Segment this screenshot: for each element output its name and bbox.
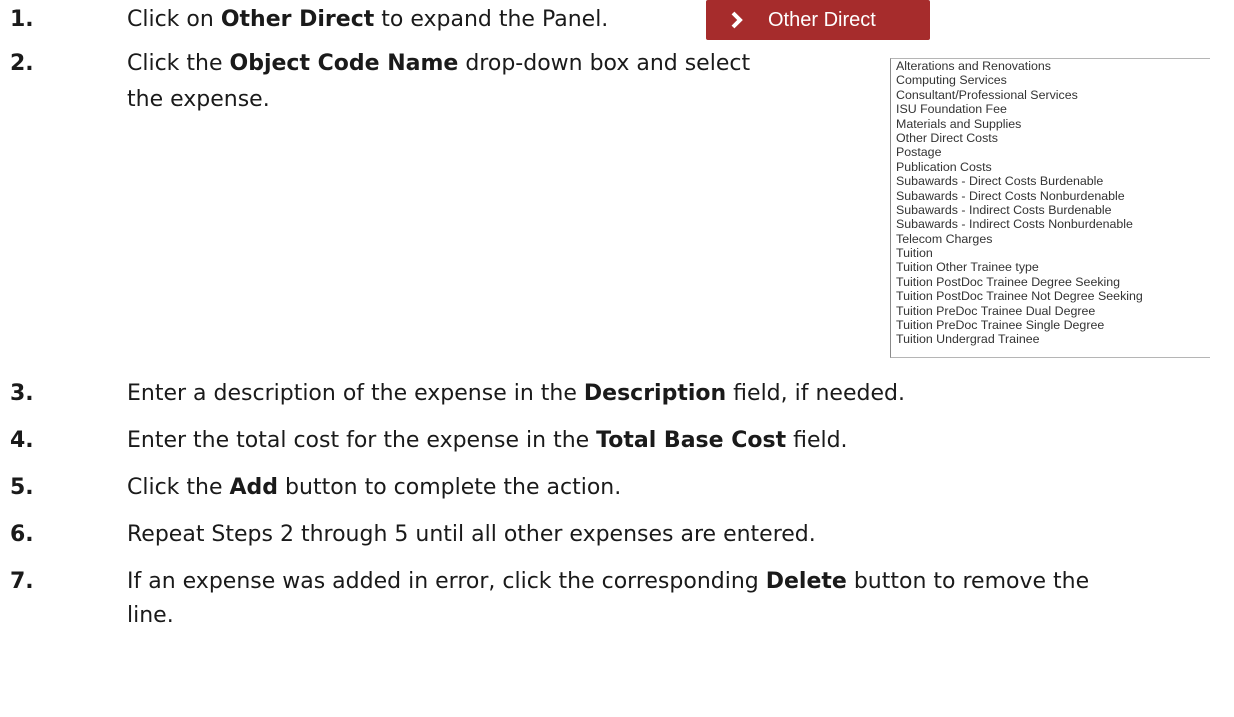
listbox-option[interactable]: Tuition PreDoc Trainee Dual Degree <box>896 304 1210 318</box>
listbox-option[interactable]: Subawards - Direct Costs Burdenable <box>896 174 1210 188</box>
step-text-part: button to complete the action. <box>278 475 622 500</box>
listbox-option[interactable]: Tuition PreDoc Trainee Single Degree <box>896 318 1210 332</box>
step-text: Repeat Steps 2 through 5 until all other… <box>127 517 816 553</box>
step-text-part: Enter a description of the expense in th… <box>127 381 584 406</box>
step-number: 1. <box>10 7 34 32</box>
step-number: 6. <box>10 522 34 547</box>
step-text-part: button to remove the <box>846 569 1090 594</box>
step-text-part: Repeat Steps 2 through 5 until all other… <box>127 522 816 547</box>
other-direct-panel-button[interactable]: Other Direct <box>706 0 930 40</box>
listbox-option[interactable]: Subawards - Indirect Costs Burdenable <box>896 203 1210 217</box>
listbox-option[interactable]: Tuition PostDoc Trainee Degree Seeking <box>896 275 1210 289</box>
listbox-option[interactable]: ISU Foundation Fee <box>896 102 1210 116</box>
step-text: Click on Other Direct to expand the Pane… <box>127 2 608 38</box>
listbox-option[interactable]: Consultant/Professional Services <box>896 88 1210 102</box>
listbox-option[interactable]: Publication Costs <box>896 160 1210 174</box>
step-text-part: Click on <box>127 7 221 32</box>
step-text-bold: Total Base Cost <box>596 428 787 453</box>
listbox-option[interactable]: Alterations and Renovations <box>896 59 1210 73</box>
step-number: 2. <box>10 51 34 76</box>
panel-button-label: Other Direct <box>768 8 876 31</box>
listbox-option[interactable]: Tuition Other Trainee type <box>896 260 1210 274</box>
listbox-option[interactable]: Tuition <box>896 246 1210 260</box>
step-text-part: to expand the Panel. <box>374 7 609 32</box>
step-text: If an expense was added in error, click … <box>127 564 1089 600</box>
step-text: Enter the total cost for the expense in … <box>127 423 848 459</box>
step-text: Click the Object Code Name drop-down box… <box>127 46 750 82</box>
step-number: 5. <box>10 475 34 500</box>
step-text-part: Click the <box>127 51 230 76</box>
step-text-part: field, if needed. <box>726 381 905 406</box>
listbox-option[interactable]: Computing Services <box>896 73 1210 87</box>
step-text-bold: Add <box>229 475 279 500</box>
step-text-part: line. <box>127 603 174 628</box>
listbox-option[interactable]: Tuition PostDoc Trainee Not Degree Seeki… <box>896 289 1210 303</box>
step-number: 4. <box>10 428 34 453</box>
step-text-part: Enter the total cost for the expense in … <box>127 428 597 453</box>
listbox-option[interactable]: Tuition Undergrad Trainee <box>896 332 1210 346</box>
step-text-bold: Delete <box>765 569 847 594</box>
step-text-part: If an expense was added in error, click … <box>127 569 766 594</box>
step-text-bold: Description <box>583 381 727 406</box>
listbox-option[interactable]: Subawards - Direct Costs Nonburdenable <box>896 189 1210 203</box>
listbox-option[interactable]: Other Direct Costs <box>896 131 1210 145</box>
listbox-option[interactable]: Materials and Supplies <box>896 117 1210 131</box>
step-text: Click the Add button to complete the act… <box>127 470 621 506</box>
listbox-option[interactable]: Telecom Charges <box>896 232 1210 246</box>
step-text-part: the expense. <box>127 87 270 112</box>
listbox-option[interactable]: Postage <box>896 145 1210 159</box>
listbox-option[interactable]: Subawards - Indirect Costs Nonburdenable <box>896 217 1210 231</box>
step-text: line. <box>127 598 174 634</box>
step-text-part: drop-down box and select <box>458 51 751 76</box>
step-text: the expense. <box>127 82 270 118</box>
step-number: 3. <box>10 381 34 406</box>
step-text-bold: Other Direct <box>220 7 375 32</box>
chevron-right-icon <box>728 11 746 29</box>
object-code-name-listbox[interactable]: Alterations and Renovations Computing Ser… <box>890 58 1210 358</box>
step-number: 7. <box>10 569 34 594</box>
step-text-part: Click the <box>127 475 230 500</box>
step-text-part: field. <box>786 428 848 453</box>
step-text-bold: Object Code Name <box>229 51 459 76</box>
step-text: Enter a description of the expense in th… <box>127 376 905 412</box>
